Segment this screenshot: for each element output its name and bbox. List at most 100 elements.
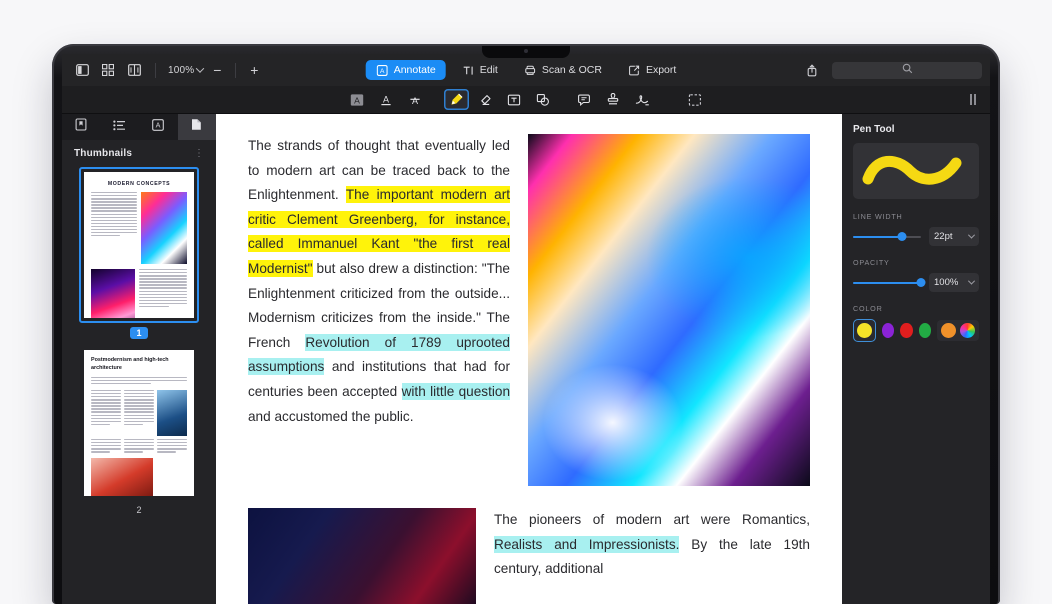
share-upload-icon[interactable] bbox=[800, 59, 824, 81]
toolbar-divider bbox=[155, 62, 156, 78]
svg-text:A: A bbox=[412, 96, 418, 106]
annotation-a-icon: A bbox=[152, 118, 165, 136]
main-mode-tabs: A Annotate Edit Scan & OCR Export bbox=[365, 60, 687, 80]
opacity-slider[interactable] bbox=[853, 277, 926, 289]
panel-title: Pen Tool bbox=[853, 124, 895, 135]
dark-gradient-image bbox=[248, 508, 476, 604]
color-swatch-green[interactable] bbox=[918, 323, 931, 338]
thumb-image-1b bbox=[91, 269, 136, 318]
thumb2-image-red bbox=[91, 458, 153, 496]
thumb2-columns-2 bbox=[84, 436, 194, 454]
thumbnail-title-1: MODERN CONCEPTS bbox=[107, 181, 171, 187]
eraser-icon[interactable] bbox=[473, 89, 498, 110]
thumb2-col-3 bbox=[91, 438, 121, 454]
topbar-right-group bbox=[800, 59, 982, 81]
svg-text:A: A bbox=[383, 94, 389, 104]
document-viewport[interactable]: The strands of thought that eventually l… bbox=[216, 114, 842, 604]
page-number-1: 1 bbox=[130, 327, 148, 339]
strikethrough-a-icon[interactable]: A bbox=[403, 89, 428, 110]
highlight-cyan-3[interactable]: Realists and Impressionists. bbox=[494, 535, 680, 553]
zoom-out-button[interactable]: − bbox=[208, 63, 226, 77]
chevron-down-icon bbox=[967, 231, 976, 239]
highlight-a-icon[interactable]: A bbox=[345, 89, 370, 110]
svg-text:A: A bbox=[156, 121, 161, 130]
pen-tool-panel: Pen Tool LINE WIDTH 22pt OPACITY 100% CO… bbox=[842, 114, 990, 604]
sidebar-item-bookmarks[interactable] bbox=[62, 114, 101, 140]
thumbnails-list[interactable]: MODERN CONCEPTS 1 Postmodernism and high… bbox=[62, 163, 216, 604]
signature-icon[interactable] bbox=[630, 89, 655, 110]
device-frame: 100% − + A Annotate Edit Scan & OCR Expo… bbox=[52, 44, 1000, 604]
thumbnail-canvas-2: Postmodernism and high-tech architecture bbox=[84, 350, 194, 496]
annotate-icon: A bbox=[376, 64, 388, 76]
color-swatches bbox=[853, 319, 979, 342]
opacity-control: 100% bbox=[853, 273, 979, 292]
thumb2-col-2 bbox=[124, 389, 154, 436]
opacity-select[interactable]: 100% bbox=[929, 273, 979, 292]
thumbnail-page-1[interactable]: MODERN CONCEPTS bbox=[79, 167, 199, 323]
dual-page-icon[interactable] bbox=[122, 59, 146, 81]
sidebar-layout-icon[interactable] bbox=[70, 59, 94, 81]
tab-scan-ocr-label: Scan & OCR bbox=[541, 64, 602, 76]
page-bottom-row: The pioneers of modern art were Romantic… bbox=[248, 508, 810, 604]
color-wheel-icon[interactable] bbox=[960, 323, 975, 338]
zoom-level-select[interactable]: 100% bbox=[165, 63, 206, 78]
pen-marker-icon[interactable] bbox=[443, 89, 469, 110]
toolbar-divider-2 bbox=[235, 62, 237, 78]
left-sidebar: A Thumbnails ⋮ MODERN CONCEPTS 1 Postmod… bbox=[62, 114, 216, 604]
panel-toggle-icon[interactable] bbox=[966, 93, 980, 107]
thumb2-image-blue bbox=[157, 389, 187, 436]
line-width-slider[interactable] bbox=[853, 231, 921, 243]
thumb2-col-1 bbox=[91, 389, 121, 436]
stamp-icon[interactable] bbox=[601, 89, 626, 110]
sidebar-item-outline[interactable] bbox=[101, 114, 140, 140]
crop-select-icon[interactable] bbox=[683, 89, 708, 110]
thumb2-columns bbox=[84, 386, 194, 436]
grid-view-icon[interactable] bbox=[96, 59, 120, 81]
zoom-in-button[interactable]: + bbox=[245, 63, 263, 77]
thumb2-col-4 bbox=[124, 438, 154, 454]
sidebar-tabs: A bbox=[62, 114, 216, 140]
tab-edit[interactable]: Edit bbox=[452, 60, 508, 80]
tab-annotate[interactable]: A Annotate bbox=[365, 60, 446, 80]
search-input[interactable] bbox=[832, 61, 982, 79]
thumb-row-top bbox=[84, 192, 194, 264]
thumbnail-page-2[interactable]: Postmodernism and high-tech architecture bbox=[79, 345, 199, 501]
thumbnails-header: Thumbnails ⋮ bbox=[62, 140, 216, 163]
zoom-level-value: 100% bbox=[168, 64, 195, 76]
text-run: and accustomed the public. bbox=[248, 408, 414, 424]
page-columns: The strands of thought that eventually l… bbox=[248, 134, 810, 486]
svg-text:A: A bbox=[379, 68, 384, 75]
more-options-icon[interactable]: ⋮ bbox=[194, 148, 204, 159]
color-swatch-yellow[interactable] bbox=[853, 319, 876, 342]
pdf-editor-window: 100% − + A Annotate Edit Scan & OCR Expo… bbox=[62, 54, 990, 604]
underline-a-icon[interactable]: A bbox=[374, 89, 399, 110]
list-item[interactable]: MODERN CONCEPTS 1 bbox=[62, 167, 216, 339]
thumbnail-title-2: Postmodernism and high-tech architecture bbox=[91, 357, 169, 371]
line-width-value: 22pt bbox=[934, 231, 953, 242]
highlight-cyan-2[interactable]: with little question bbox=[401, 382, 511, 400]
list-item[interactable]: Postmodernism and high-tech architecture bbox=[62, 345, 216, 515]
color-label: COLOR bbox=[853, 304, 883, 313]
comment-bubble-icon[interactable] bbox=[572, 89, 597, 110]
thumbnail-canvas-1: MODERN CONCEPTS bbox=[84, 172, 194, 318]
thumb-text-col-2 bbox=[139, 269, 187, 318]
page-number-2: 2 bbox=[136, 505, 142, 515]
opacity-value: 100% bbox=[934, 277, 959, 288]
color-swatch-purple[interactable] bbox=[882, 323, 895, 338]
color-extra-group bbox=[937, 320, 979, 341]
opacity-label: OPACITY bbox=[853, 258, 890, 267]
color-swatch-red[interactable] bbox=[900, 323, 913, 338]
sidebar-item-thumbnails[interactable] bbox=[177, 114, 216, 140]
sidebar-item-annotations[interactable]: A bbox=[139, 114, 178, 140]
tab-scan-ocr[interactable]: Scan & OCR bbox=[514, 60, 612, 80]
shapes-icon[interactable] bbox=[531, 89, 556, 110]
tab-export[interactable]: Export bbox=[618, 60, 686, 80]
text-box-icon[interactable] bbox=[502, 89, 527, 110]
list-outline-icon bbox=[113, 118, 126, 136]
line-width-select[interactable]: 22pt bbox=[929, 227, 979, 246]
color-swatch-orange[interactable] bbox=[941, 323, 956, 338]
thumb-row-bottom bbox=[84, 264, 194, 318]
tab-export-label: Export bbox=[645, 64, 677, 76]
line-width-label: LINE WIDTH bbox=[853, 212, 903, 221]
svg-text:A: A bbox=[354, 95, 360, 105]
